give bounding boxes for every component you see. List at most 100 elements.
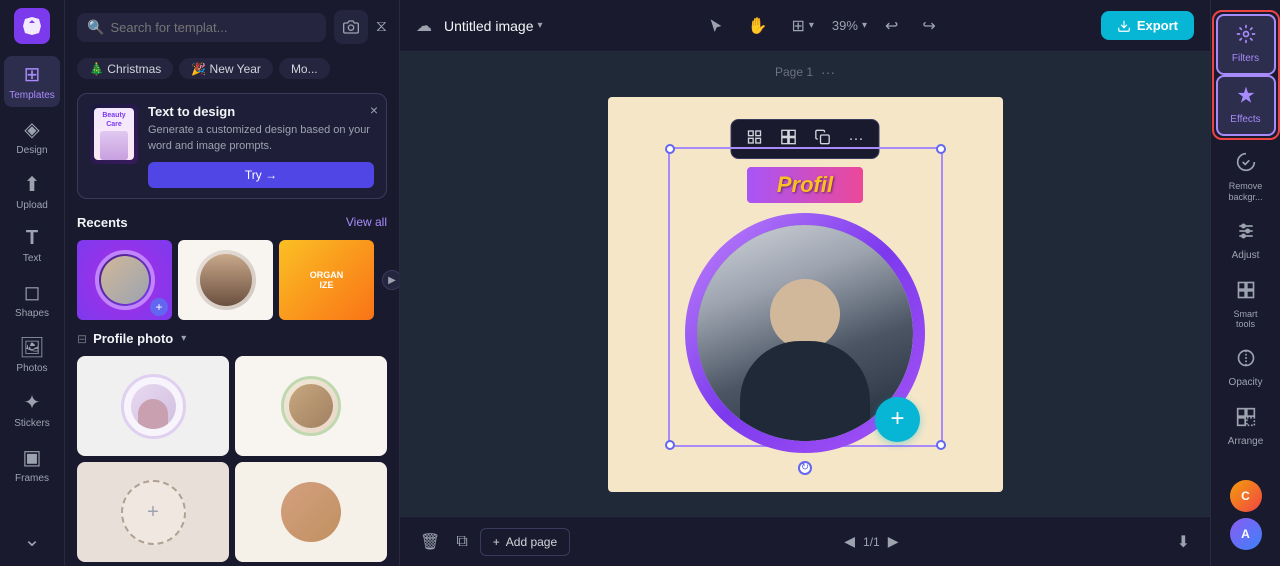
adjust-panel-item[interactable]: Adjust: [1216, 213, 1276, 270]
add-photo-button[interactable]: +: [875, 397, 920, 442]
bottom-left-actions: 🗑 ⧉ + Add page: [416, 528, 570, 556]
profile-card-2[interactable]: [235, 356, 387, 456]
profile-card-3[interactable]: +: [77, 462, 229, 562]
smart-tools-icon: [1236, 280, 1256, 305]
effects-panel-item[interactable]: Effects: [1216, 75, 1276, 136]
nav-collapse-btn[interactable]: ⌄: [4, 521, 60, 558]
filters-icon: [1236, 24, 1256, 49]
view-options-button[interactable]: ⊞▾: [785, 12, 819, 40]
camera-search-button[interactable]: [334, 10, 368, 44]
recent-item-2[interactable]: [178, 240, 273, 320]
undo-button[interactable]: ↩: [879, 12, 904, 40]
user-avatar-1[interactable]: C: [1230, 480, 1262, 512]
profile-text-badge: Profil: [747, 167, 863, 203]
view-all-button[interactable]: View all: [346, 215, 387, 229]
profile-card-1[interactable]: [77, 356, 229, 456]
promo-try-button[interactable]: Try →: [148, 162, 374, 188]
bottom-download-button[interactable]: ⬇: [1173, 528, 1194, 556]
rotate-handle[interactable]: ↻: [798, 461, 812, 475]
photos-icon: 🖼: [19, 335, 44, 360]
search-bar: 🔍 ⧖: [65, 0, 399, 54]
opacity-label: Opacity: [1229, 377, 1263, 389]
search-input[interactable]: [110, 20, 315, 35]
tag-more[interactable]: Mo...: [279, 58, 330, 79]
page-label: Page 1 ···: [775, 64, 835, 80]
recents-next-arrow[interactable]: ▶: [382, 270, 399, 290]
arrange-label: Arrange: [1228, 436, 1264, 448]
recents-grid: + ORGANIZE ▶: [65, 236, 399, 325]
profile-section-icon: ⊟: [77, 332, 87, 346]
prev-page-button[interactable]: ◀: [844, 533, 855, 550]
promo-content: Text to design Generate a customized des…: [148, 104, 374, 188]
adjust-label: Adjust: [1232, 250, 1260, 262]
delete-page-button[interactable]: 🗑: [416, 528, 444, 556]
page-options-button[interactable]: ···: [821, 64, 835, 80]
templates-panel: 🔍 ⧖ 🎄 Christmas 🎉 New Year Mo... Beauty …: [65, 0, 400, 566]
user-avatar-2[interactable]: A: [1230, 518, 1262, 550]
circle-photo-wrap[interactable]: +: [685, 213, 925, 447]
filters-effects-group: Filters Effects: [1212, 10, 1280, 140]
opacity-icon: [1236, 348, 1256, 373]
tag-christmas[interactable]: 🎄 Christmas: [77, 58, 173, 79]
chevron-down-icon-profile[interactable]: ▾: [181, 333, 186, 344]
christmas-label: 🎄 Christmas: [89, 62, 161, 76]
file-dropdown-arrow[interactable]: ▾: [538, 20, 543, 31]
search-input-wrap[interactable]: 🔍: [77, 13, 326, 42]
next-page-button[interactable]: ▶: [888, 533, 899, 550]
profile-card-4[interactable]: [235, 462, 387, 562]
sidebar-item-label-upload: Upload: [16, 200, 48, 211]
sidebar-item-photos[interactable]: 🖼 Photos: [4, 329, 60, 380]
add-page-label: Add page: [506, 535, 557, 549]
sidebar-item-shapes[interactable]: ◻ Shapes: [4, 274, 60, 325]
chevron-down-icon-zoom: ▾: [862, 20, 867, 31]
arrange-panel-item[interactable]: Arrange: [1216, 399, 1276, 456]
sidebar-item-stickers[interactable]: ✦ Stickers: [4, 384, 60, 435]
profile-circle-container[interactable]: Profil +: [668, 167, 943, 447]
select-tool-button[interactable]: [702, 14, 730, 38]
sidebar-item-label-design: Design: [16, 145, 47, 156]
bottom-toolbar: 🗑 ⧉ + Add page ◀ 1/1 ▶ ⬇: [400, 516, 1210, 566]
promo-title: Text to design: [148, 104, 374, 119]
top-toolbar: ☁ Untitled image ▾ ✋ ⊞▾ 39% ▾ ↩ ↪ Export: [400, 0, 1210, 52]
sidebar-item-templates[interactable]: ⊞ Templates: [4, 56, 60, 107]
page-navigation: ◀ 1/1 ▶: [844, 533, 898, 550]
filter-button[interactable]: ⧖: [376, 18, 387, 36]
main-area: ☁ Untitled image ▾ ✋ ⊞▾ 39% ▾ ↩ ↪ Export…: [400, 0, 1210, 566]
export-label: Export: [1137, 18, 1178, 33]
shapes-icon: ◻: [24, 280, 41, 305]
search-icon: 🔍: [87, 19, 104, 36]
sidebar-item-label: Templates: [9, 90, 55, 101]
sidebar-item-frames[interactable]: ▣ Frames: [4, 439, 60, 490]
redo-button[interactable]: ↪: [916, 12, 941, 40]
opacity-panel-item[interactable]: Opacity: [1216, 340, 1276, 397]
recent-item-1[interactable]: +: [77, 240, 172, 320]
canvas-frame[interactable]: ··· ↻ Profil: [608, 97, 1003, 492]
tag-newyear[interactable]: 🎉 New Year: [179, 58, 273, 79]
right-panel: Filters Effects Removebackgr...: [1210, 0, 1280, 566]
profile-photo-grid: +: [65, 352, 399, 566]
arrange-icon: [1236, 407, 1256, 432]
handle-top-left[interactable]: [665, 144, 675, 154]
handle-top-right[interactable]: [936, 144, 946, 154]
sidebar-item-text[interactable]: T Text: [4, 221, 60, 270]
zoom-button[interactable]: 39% ▾: [832, 18, 867, 33]
sidebar-item-design[interactable]: ◈ Design: [4, 111, 60, 162]
add-page-button[interactable]: + Add page: [480, 528, 570, 556]
frames-icon: ▣: [23, 445, 42, 470]
effects-icon: [1236, 85, 1256, 110]
recents-header: Recents View all: [65, 205, 399, 236]
hand-tool-button[interactable]: ✋: [742, 12, 774, 40]
sidebar-item-upload[interactable]: ⬆ Upload: [4, 166, 60, 217]
sidebar-item-label-text: Text: [23, 253, 41, 264]
app-logo[interactable]: [14, 8, 50, 44]
export-button[interactable]: Export: [1101, 11, 1194, 40]
effects-label: Effects: [1230, 114, 1260, 126]
bottom-right-actions: ⬇: [1173, 528, 1194, 556]
recent-item-3[interactable]: ORGANIZE: [279, 240, 374, 320]
smart-tools-panel-item[interactable]: Smarttools: [1216, 272, 1276, 339]
filters-panel-item[interactable]: Filters: [1216, 14, 1276, 75]
duplicate-page-button[interactable]: ⧉: [452, 528, 471, 556]
sidebar-item-label-photos: Photos: [16, 363, 47, 374]
remove-background-panel-item[interactable]: Removebackgr...: [1216, 144, 1276, 211]
promo-close-button[interactable]: ×: [370, 102, 378, 118]
